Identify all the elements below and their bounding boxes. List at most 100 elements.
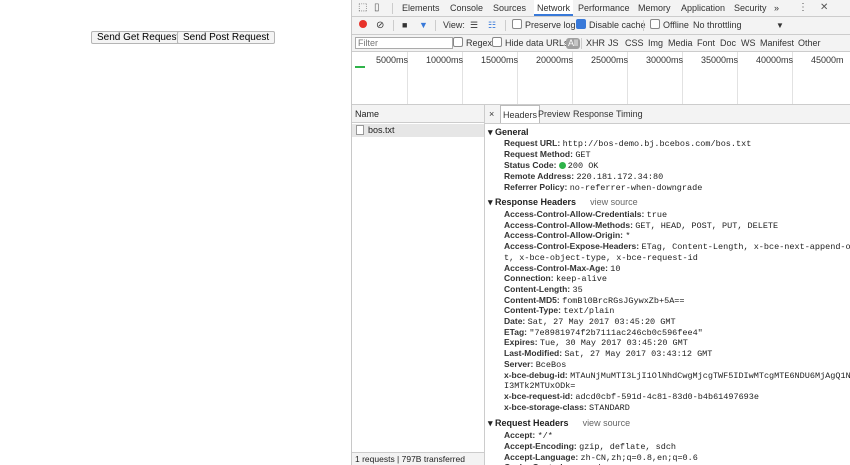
device-toolbar-icon[interactable]: ▯: [374, 0, 380, 16]
tab-application[interactable]: Application: [681, 0, 725, 16]
divider: [505, 20, 506, 31]
request-bar: [355, 66, 365, 68]
tab-headers[interactable]: Headers: [500, 105, 541, 123]
filter-type-img[interactable]: Img: [648, 35, 663, 51]
disable-cache-label: Disable cache: [589, 20, 646, 30]
tab-timing[interactable]: Timing: [616, 105, 643, 123]
request-headers-section-toggle[interactable]: ▾ Request Headers view source: [488, 418, 630, 429]
disable-cache-checkbox[interactable]: Disable cache: [576, 17, 646, 34]
timeline-tick-label: 35000ms: [701, 55, 739, 65]
tab-network[interactable]: Network: [534, 0, 574, 16]
header-row: Content-Type: text/plain: [504, 305, 615, 317]
response-headers-section-toggle[interactable]: ▾ Response Headers view source: [488, 197, 638, 208]
filter-type-all[interactable]: All: [566, 38, 581, 49]
inspect-element-icon[interactable]: ⬚: [358, 0, 367, 16]
offline-label: Offline: [663, 20, 689, 30]
tab-preview[interactable]: Preview: [538, 105, 570, 123]
filter-type-js[interactable]: JS: [608, 35, 619, 51]
regex-label: Regex: [466, 38, 493, 48]
checkbox-icon: [650, 19, 660, 29]
throttling-select[interactable]: No throttling: [693, 17, 742, 34]
checkbox-checked-icon: [576, 19, 586, 29]
tab-elements[interactable]: Elements: [402, 0, 440, 16]
divider: [435, 20, 436, 31]
header-row: t, x-bce-object-type, x-bce-request-id: [504, 252, 698, 263]
section-title: Response Headers: [495, 197, 577, 207]
header-row: Content-Length: 35: [504, 283, 583, 295]
hide-data-urls-checkbox[interactable]: Hide data URLs: [492, 35, 569, 51]
view-source-link[interactable]: view source: [590, 197, 638, 207]
header-row: x-bce-request-id: adcd0cbf-591d-4c81-83d…: [504, 390, 759, 402]
filter-bar: Regex Hide data URLs All XHR JS CSS Img …: [352, 35, 850, 52]
header-row: Remote Address: 220.181.172.34:80: [504, 171, 664, 182]
camera-icon[interactable]: ■: [402, 17, 407, 34]
header-row: Status Code: 200 OK: [504, 160, 599, 171]
timeline-tick-label: 40000ms: [756, 55, 794, 65]
tab-sources[interactable]: Sources: [493, 0, 526, 16]
web-page: Send Get Request Send Post Request: [0, 0, 351, 465]
send-post-request-button[interactable]: Send Post Request: [177, 31, 276, 44]
request-detail: × Headers Preview Response Timing ▾ Gene…: [485, 105, 850, 465]
filter-type-other[interactable]: Other: [798, 35, 821, 51]
general-section-toggle[interactable]: ▾ General: [488, 127, 529, 138]
waterfall-view-icon[interactable]: ☷: [488, 17, 496, 34]
header-row: Access-Control-Allow-Credentials: true: [504, 209, 668, 220]
header-row: Access-Control-Max-Age: 10: [504, 262, 621, 274]
record-button[interactable]: [359, 17, 367, 34]
filter-type-doc[interactable]: Doc: [720, 35, 736, 51]
filter-type-ws[interactable]: WS: [741, 35, 756, 51]
tab-console[interactable]: Console: [450, 0, 483, 16]
header-row: Referrer Policy: no-referrer-when-downgr…: [504, 182, 703, 193]
header-row: Access-Control-Expose-Headers: ETag, Con…: [504, 241, 850, 253]
devtools-tab-bar: ⬚ ▯ Elements Console Sources Network Per…: [352, 0, 850, 17]
filter-input[interactable]: [355, 37, 453, 49]
checkbox-icon: [453, 37, 463, 47]
close-detail-icon[interactable]: ×: [489, 105, 494, 123]
status-bar: 1 requests | 797B transferred: [352, 452, 484, 465]
filter-type-xhr[interactable]: XHR: [586, 35, 605, 51]
header-row: Access-Control-Allow-Methods: GET, HEAD,…: [504, 219, 779, 231]
request-list: Name bos.txt 1 requests | 797B transferr…: [352, 105, 485, 465]
preserve-log-checkbox[interactable]: Preserve log: [512, 17, 576, 34]
list-view-icon[interactable]: ☰: [470, 17, 478, 34]
checkbox-icon: [492, 37, 502, 47]
clear-icon[interactable]: ⊘: [376, 17, 384, 34]
divider: [392, 3, 393, 14]
header-row: Request Method: GET: [504, 149, 591, 160]
name-column-header[interactable]: Name: [352, 105, 484, 123]
offline-checkbox[interactable]: Offline: [650, 17, 689, 34]
close-icon[interactable]: ✕: [820, 0, 828, 16]
filter-icon[interactable]: ▼: [419, 17, 428, 34]
filter-type-css[interactable]: CSS: [625, 35, 644, 51]
list-item[interactable]: bos.txt: [352, 124, 484, 137]
request-name: bos.txt: [368, 125, 395, 135]
header-row: Expires: Tue, 30 May 2017 03:45:20 GMT: [504, 337, 688, 349]
header-row: Connection: keep-alive: [504, 273, 607, 285]
regex-checkbox[interactable]: Regex: [453, 35, 492, 51]
header-row: I3MTk2MTUxODk=: [504, 381, 576, 392]
filter-type-manifest[interactable]: Manifest: [760, 35, 794, 51]
timeline-tick-label: 25000ms: [591, 55, 629, 65]
kebab-menu-icon[interactable]: ⋮: [798, 0, 808, 16]
tab-response[interactable]: Response: [573, 105, 614, 123]
chevron-down-icon: ▼: [776, 21, 784, 30]
divider: [581, 38, 582, 49]
timeline-tick-label: 5000ms: [376, 55, 409, 65]
header-row: Accept: */*: [504, 430, 553, 441]
tab-performance[interactable]: Performance: [578, 0, 630, 16]
header-row: Accept-Language: zh-CN,zh;q=0.8,en;q=0.6: [504, 451, 698, 463]
hide-data-urls-label: Hide data URLs: [505, 38, 569, 48]
view-source-link[interactable]: view source: [583, 418, 631, 428]
preserve-log-label: Preserve log: [525, 20, 576, 30]
section-title: Request Headers: [495, 418, 569, 428]
header-row: x-bce-debug-id: MTAuNjMuMTI3LjI1OlNhdCwg…: [504, 369, 850, 381]
send-get-request-button[interactable]: Send Get Request: [91, 31, 186, 44]
timeline-tick-label: 10000ms: [426, 55, 464, 65]
tab-security[interactable]: Security: [734, 0, 767, 16]
timeline-overview[interactable]: 5000ms 10000ms 15000ms 20000ms 25000ms 3…: [352, 52, 850, 105]
header-row: Accept-Encoding: gzip, deflate, sdch: [504, 440, 677, 452]
more-tabs-button[interactable]: »: [774, 0, 779, 16]
filter-type-font[interactable]: Font: [697, 35, 715, 51]
tab-memory[interactable]: Memory: [638, 0, 671, 16]
filter-type-media[interactable]: Media: [668, 35, 693, 51]
